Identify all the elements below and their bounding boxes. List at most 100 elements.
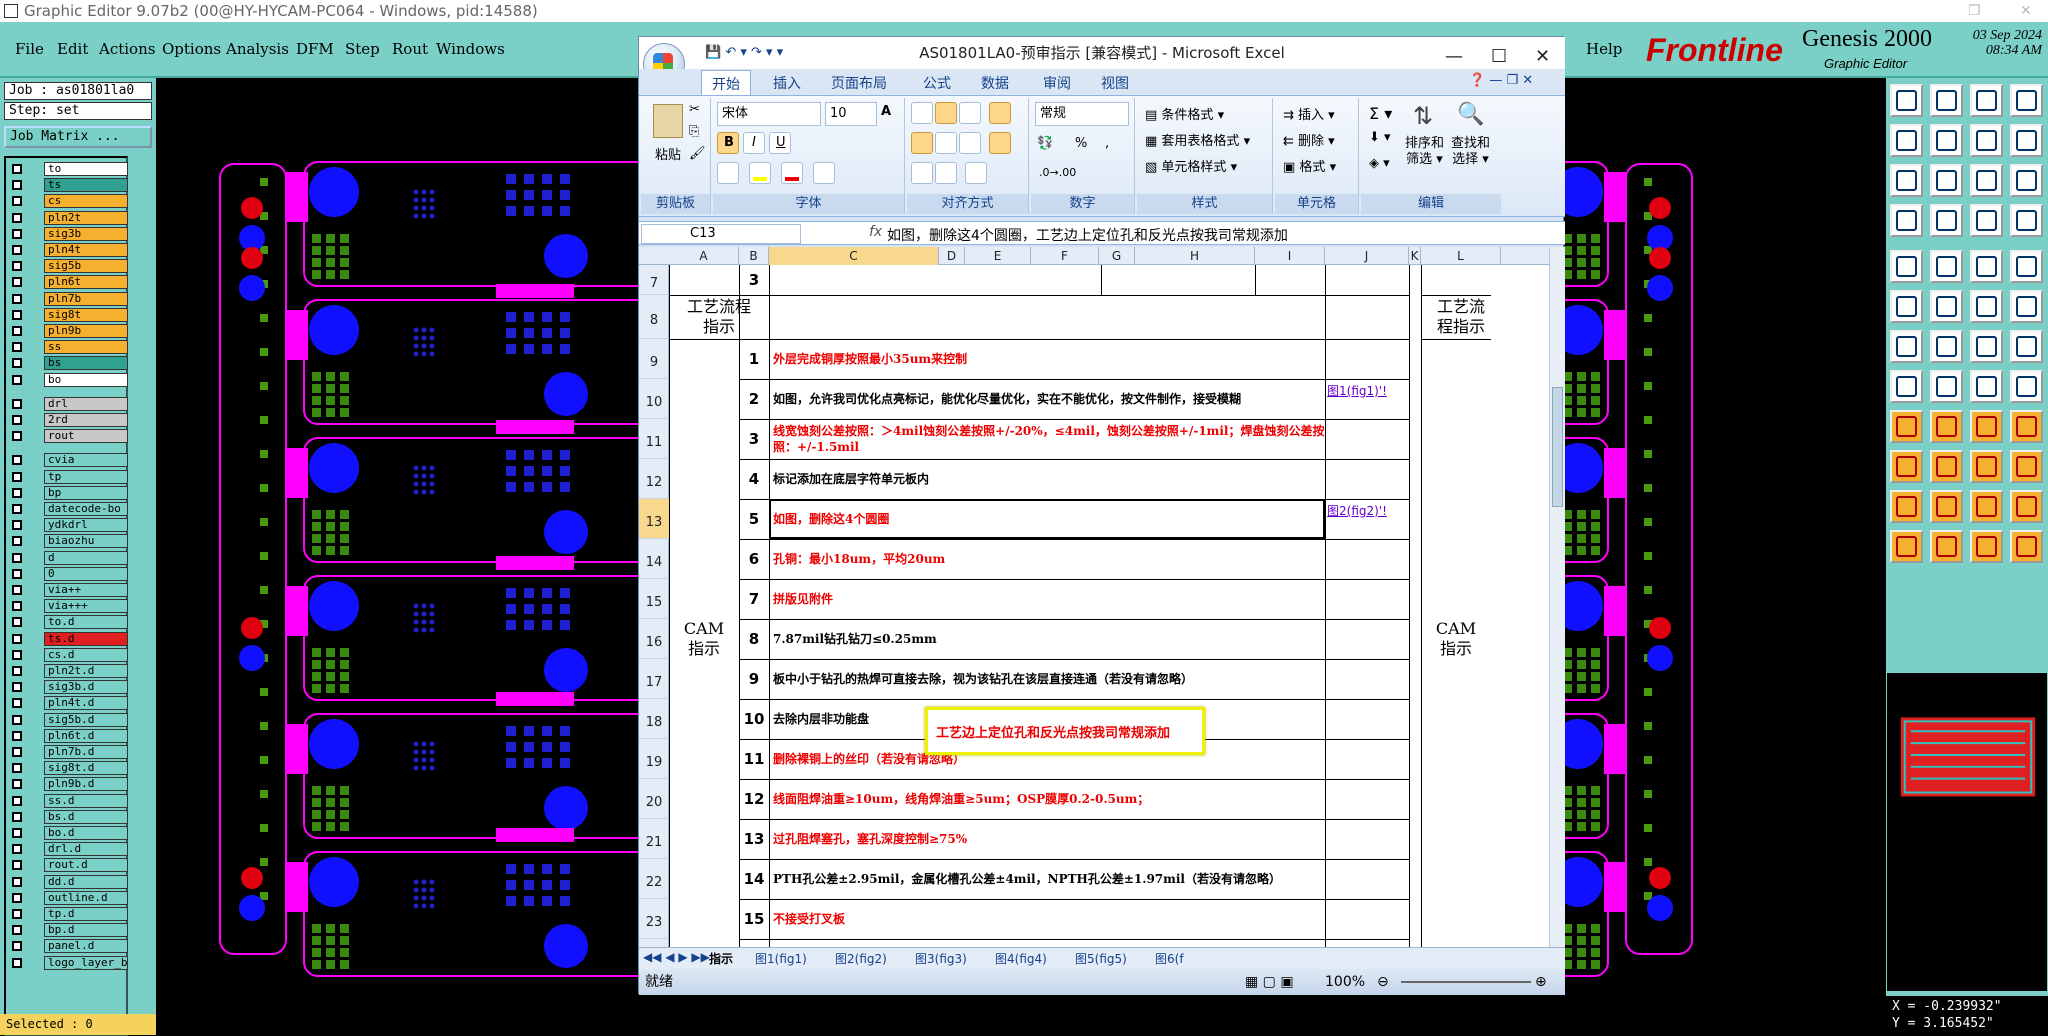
sheet-tab[interactable]: 图4(fig4) [995, 950, 1047, 967]
layer-name[interactable]: cs.d [44, 647, 128, 662]
layer-checkbox[interactable] [12, 309, 22, 320]
restore-button[interactable]: ❐ [1968, 0, 1981, 22]
font-name-box[interactable]: 宋体 [717, 102, 821, 126]
layer-row[interactable]: pln4t [8, 243, 128, 258]
zoom-in-icon[interactable]: ⊕ [1535, 969, 1547, 995]
tab-view[interactable]: 视图 [1101, 73, 1129, 93]
row-header[interactable]: 17 [639, 659, 669, 699]
tool-button[interactable] [1930, 204, 1963, 237]
instruction-text[interactable]: 不接受打叉板 [769, 899, 1325, 939]
tool-button[interactable] [2010, 370, 2043, 403]
layer-name[interactable]: pln9b [44, 324, 128, 338]
worksheet-grid[interactable]: ABCDEFGHIJKL 7 8 9 10 11 12 13 14 15 16 17 18 19 20 21… [639, 247, 1549, 947]
font-size-box[interactable]: 10 [825, 102, 877, 126]
layer-name[interactable]: bs.d [44, 809, 128, 824]
layer-name[interactable]: rout [44, 429, 128, 444]
layer-name[interactable]: pln2t.d [44, 664, 128, 678]
layer-name[interactable]: outline.d [44, 890, 128, 905]
tool-button[interactable] [2010, 530, 2043, 563]
layer-row[interactable]: to [8, 162, 128, 177]
quick-access-toolbar[interactable]: 💾 ↶ ▾ ↷ ▾ ▾ [705, 37, 783, 69]
layer-name[interactable]: sig8t [44, 307, 128, 322]
format-painter-icon[interactable]: 🖌 [689, 146, 706, 161]
layer-checkbox[interactable] [12, 698, 22, 709]
layer-name[interactable]: logo_layer_b [44, 955, 128, 970]
layer-row[interactable]: datecode-bo [8, 502, 128, 517]
tool-button[interactable] [1970, 204, 2003, 237]
layer-row[interactable]: sig3b [8, 226, 128, 242]
fill-color-icon[interactable] [749, 162, 771, 184]
currency-icon[interactable]: 💱 [1037, 136, 1053, 151]
layer-checkbox[interactable] [12, 601, 22, 612]
name-box[interactable]: C13 [641, 224, 801, 244]
layer-row[interactable]: sig5b [8, 259, 128, 274]
layer-name[interactable]: sig5b.d [44, 712, 128, 727]
layer-checkbox[interactable] [12, 860, 22, 871]
instruction-text[interactable]: 外层完成铜厚按照最小35um来控制 [769, 339, 1325, 379]
tool-button[interactable] [2010, 164, 2043, 197]
layer-checkbox[interactable] [12, 795, 22, 806]
tool-button[interactable] [1930, 410, 1963, 443]
tab-insert[interactable]: 插入 [773, 73, 801, 93]
layer-name[interactable]: pln7b.d [44, 745, 128, 759]
comma-icon[interactable]: , [1105, 136, 1109, 151]
tool-button[interactable] [1970, 84, 2003, 117]
sheet-tab[interactable]: 指示 [709, 950, 733, 967]
menu-rout[interactable]: Rout [392, 40, 428, 58]
tool-button[interactable] [1970, 164, 2003, 197]
layer-row[interactable]: bo.d [8, 826, 128, 841]
layer-row[interactable]: bs [8, 356, 128, 371]
layer-checkbox[interactable] [12, 941, 22, 952]
number-format-box[interactable]: 常规 [1035, 102, 1129, 126]
layer-checkbox[interactable] [12, 471, 22, 482]
bold-button[interactable]: B [717, 132, 739, 154]
tab-home[interactable]: 开始 [701, 70, 751, 96]
layer-name[interactable]: cs [44, 194, 128, 209]
layer-checkbox[interactable] [12, 568, 22, 579]
tool-button[interactable] [2010, 250, 2043, 283]
layer-name[interactable]: panel.d [44, 939, 128, 954]
column-header[interactable]: I [1255, 247, 1325, 265]
menu-file[interactable]: File [15, 40, 44, 58]
layer-checkbox[interactable] [12, 164, 22, 174]
layer-row[interactable]: sig3b.d [8, 680, 128, 695]
layer-row[interactable]: tp [8, 469, 128, 485]
layer-checkbox[interactable] [12, 487, 22, 498]
tool-button[interactable] [1890, 250, 1923, 283]
menu-dfm[interactable]: DFM [296, 40, 334, 58]
layer-row[interactable]: dd.d [8, 874, 128, 890]
layer-checkbox[interactable] [12, 536, 22, 547]
layer-name[interactable]: d [44, 550, 128, 565]
layer-row[interactable]: drl.d [8, 842, 128, 857]
column-header[interactable]: C [769, 247, 939, 265]
tool-button[interactable] [1970, 450, 2003, 483]
column-header[interactable]: H [1135, 247, 1255, 265]
layer-name[interactable]: to [44, 162, 128, 176]
layer-row[interactable]: pln7b.d [8, 745, 128, 760]
instruction-text[interactable]: 过孔阻焊塞孔，塞孔深度控制≥75% [769, 819, 1325, 859]
tool-button[interactable] [1890, 84, 1923, 117]
cell-style-button[interactable]: ▧ 单元格样式 ▾ [1145, 156, 1237, 175]
layer-checkbox[interactable] [12, 811, 22, 822]
layer-name[interactable]: ydkdrl [44, 518, 128, 533]
layer-row[interactable]: cs.d [8, 647, 128, 663]
layer-row[interactable]: logo_layer_b [8, 955, 128, 971]
layer-row[interactable]: ydkdrl [8, 518, 128, 533]
row-header[interactable]: 22 [639, 859, 669, 899]
row-header[interactable]: 18 [639, 699, 669, 739]
column-header[interactable]: D [939, 247, 965, 265]
layer-row[interactable]: pln2t [8, 210, 128, 226]
tab-page-layout[interactable]: 页面布局 [831, 73, 887, 93]
table-format-button[interactable]: ▦ 套用表格格式 ▾ [1145, 130, 1250, 149]
job-matrix-button[interactable]: Job Matrix ... [4, 126, 152, 148]
figure-link[interactable]: 图2(fig2)'! [1327, 503, 1407, 519]
layer-checkbox[interactable] [12, 649, 22, 660]
layer-row[interactable]: pln9b.d [8, 777, 128, 792]
layer-name[interactable]: cvia [44, 453, 128, 468]
layer-checkbox[interactable] [12, 398, 22, 409]
grow-font-icon[interactable]: A [881, 104, 891, 119]
vertical-scrollbar[interactable] [1549, 247, 1565, 947]
layer-checkbox[interactable] [12, 245, 22, 255]
sheet-nav-arrows[interactable]: ◀◀ ◀ ▶ ▶▶ [643, 950, 710, 964]
row-header[interactable]: 9 [639, 339, 669, 379]
